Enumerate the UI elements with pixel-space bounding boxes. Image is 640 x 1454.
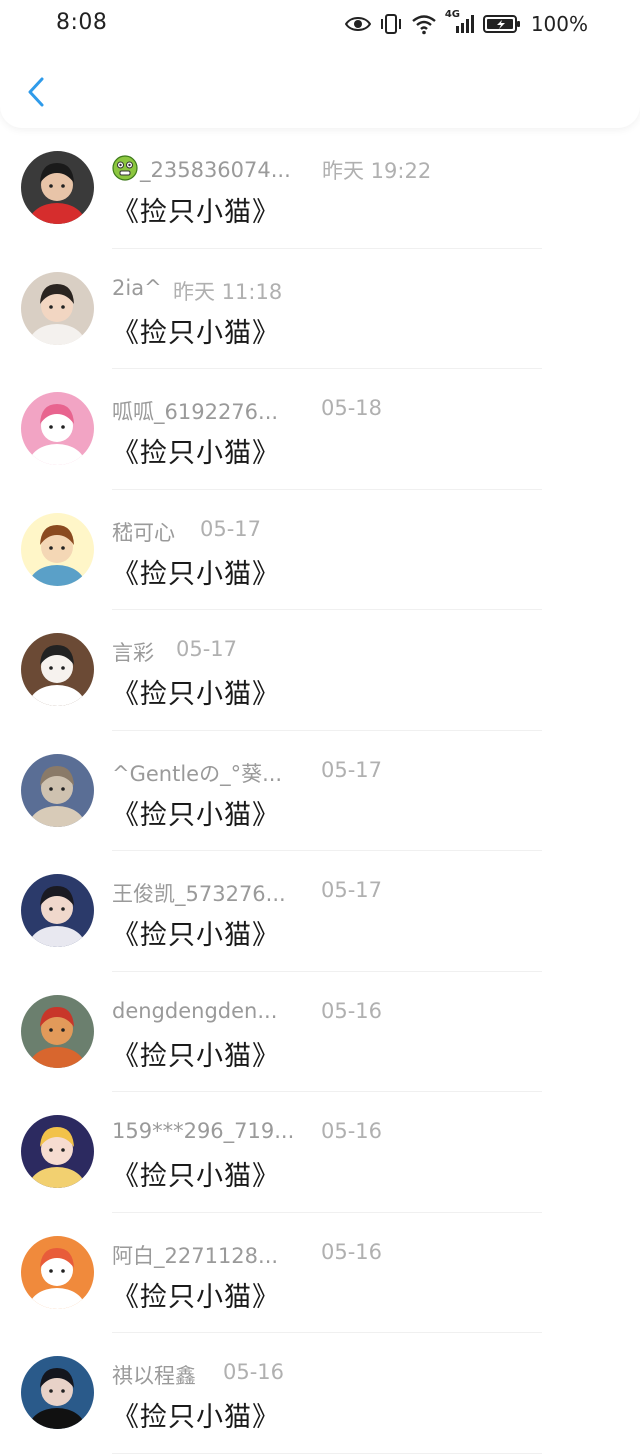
message-row[interactable]: 嵇可心 05-17 《捡只小猫》 (0, 490, 640, 610)
message-text: 《捡只小猫》 (112, 1161, 280, 1192)
message-time: 05-17 (321, 878, 383, 902)
message-row[interactable]: 王俊凯_573276... 05-17 《捡只小猫》 (0, 851, 640, 972)
battery-icon (482, 14, 521, 34)
avatar[interactable] (21, 1115, 94, 1188)
back-button[interactable] (20, 76, 52, 112)
avatar[interactable] (21, 874, 94, 947)
message-text: 《捡只小猫》 (112, 558, 280, 590)
avatar[interactable] (21, 392, 94, 465)
sender-name-text: dengdengden... (112, 998, 278, 1023)
avatar[interactable] (21, 512, 94, 586)
sender-name-text: 159***296_719... (112, 1119, 295, 1143)
vibrate-icon (379, 13, 403, 35)
row-divider (112, 1452, 542, 1454)
sender-name-text: 阿白_2271128... (112, 1243, 279, 1268)
message-row[interactable]: dengdengden... 05-16 《捡只小猫》 (0, 972, 640, 1092)
message-time: 05-17 (321, 757, 383, 782)
avatar[interactable] (21, 1356, 94, 1429)
avatar[interactable] (21, 753, 94, 827)
sender-name-text: 言彩 (112, 641, 154, 665)
chevron-left-icon (26, 76, 46, 112)
avatar[interactable] (21, 151, 94, 224)
message-text: 《捡只小猫》 (112, 1281, 280, 1313)
message-text: 《捡只小猫》 (112, 438, 280, 469)
sender-name-text: 2ia^ (112, 275, 162, 300)
avatar[interactable] (21, 994, 94, 1068)
message-text: 《捡只小猫》 (112, 1402, 280, 1433)
sender-name[interactable]: 呱呱_6192276... (112, 396, 278, 426)
status-bar: 8:08 4G 100% (0, 0, 640, 48)
message-text: 《捡只小猫》 (112, 679, 280, 710)
message-time: 05-18 (321, 396, 383, 420)
sender-name[interactable]: dengdengden... (112, 999, 277, 1023)
avatar[interactable] (21, 633, 94, 706)
message-text: 《捡只小猫》 (112, 197, 280, 228)
sender-name[interactable]: 2ia^ (112, 276, 162, 300)
message-time: 05-16 (321, 1119, 383, 1143)
message-row[interactable]: 呱呱_6192276... 05-18 《捡只小猫》 (0, 369, 640, 490)
sender-name-text: 王俊凯_573276... (112, 882, 286, 906)
battery-percent: 100% (530, 12, 588, 36)
cellular-signal-icon: 4G (445, 9, 475, 35)
sender-name[interactable]: ^Gentleの_°葵... (112, 758, 282, 788)
message-time: 05-16 (223, 1360, 285, 1384)
message-text: 《捡只小猫》 (112, 317, 280, 349)
sender-name[interactable]: 王俊凯_573276... (112, 878, 286, 908)
message-time: 05-17 (176, 637, 238, 661)
message-time: 05-16 (321, 1239, 383, 1264)
sender-name[interactable]: 阿白_2271128... (112, 1240, 278, 1270)
avatar[interactable] (21, 271, 94, 345)
message-row[interactable]: _235836074... 昨天 19:22 《捡只小猫》 (0, 128, 640, 249)
wifi-icon (411, 13, 437, 35)
top-header: 8:08 4G 100% (0, 0, 640, 128)
message-text: 《捡只小猫》 (112, 1040, 280, 1072)
sender-name[interactable]: 嵇可心 (112, 517, 175, 547)
message-text: 《捡只小猫》 (112, 920, 280, 951)
message-row[interactable]: ^Gentleの_°葵... 05-17 《捡只小猫》 (0, 731, 640, 851)
message-row[interactable]: 阿白_2271128... 05-16 《捡只小猫》 (0, 1213, 640, 1333)
status-icons: 4G 100% (344, 9, 588, 38)
sender-name[interactable]: 言彩 (112, 637, 154, 667)
message-row[interactable]: 159***296_719... 05-16 《捡只小猫》 (0, 1092, 640, 1213)
sender-name[interactable]: 159***296_719... (112, 1119, 294, 1143)
sender-name-text: 祺以程鑫 (112, 1364, 196, 1388)
message-row[interactable]: 祺以程鑫 05-16 《捡只小猫》 (0, 1333, 640, 1454)
green-face-emoji-icon (112, 155, 138, 181)
eye-icon (344, 15, 371, 33)
avatar[interactable] (21, 1235, 94, 1309)
status-time: 8:08 (56, 10, 108, 35)
sender-name[interactable]: _235836074... (112, 155, 291, 182)
sender-name-text: 嵇可心 (112, 520, 175, 545)
message-list: _235836074... 昨天 19:22 《捡只小猫》 2ia^ 昨天 11:18 《… (0, 128, 640, 1454)
message-time: 昨天 11:18 (173, 279, 283, 304)
message-time: 05-16 (321, 998, 383, 1023)
sender-name-text: ^Gentleの_°葵... (112, 761, 283, 786)
message-row[interactable]: 言彩 05-17 《捡只小猫》 (0, 610, 640, 731)
message-text: 《捡只小猫》 (112, 799, 280, 831)
message-row[interactable]: 2ia^ 昨天 11:18 《捡只小猫》 (0, 249, 640, 369)
sender-name-text: 呱呱_6192276... (112, 400, 279, 424)
message-time: 05-17 (200, 516, 262, 541)
message-time: 昨天 19:22 (322, 159, 432, 183)
sender-name-text: _235836074... (140, 158, 291, 182)
sender-name[interactable]: 祺以程鑫 (112, 1360, 196, 1390)
